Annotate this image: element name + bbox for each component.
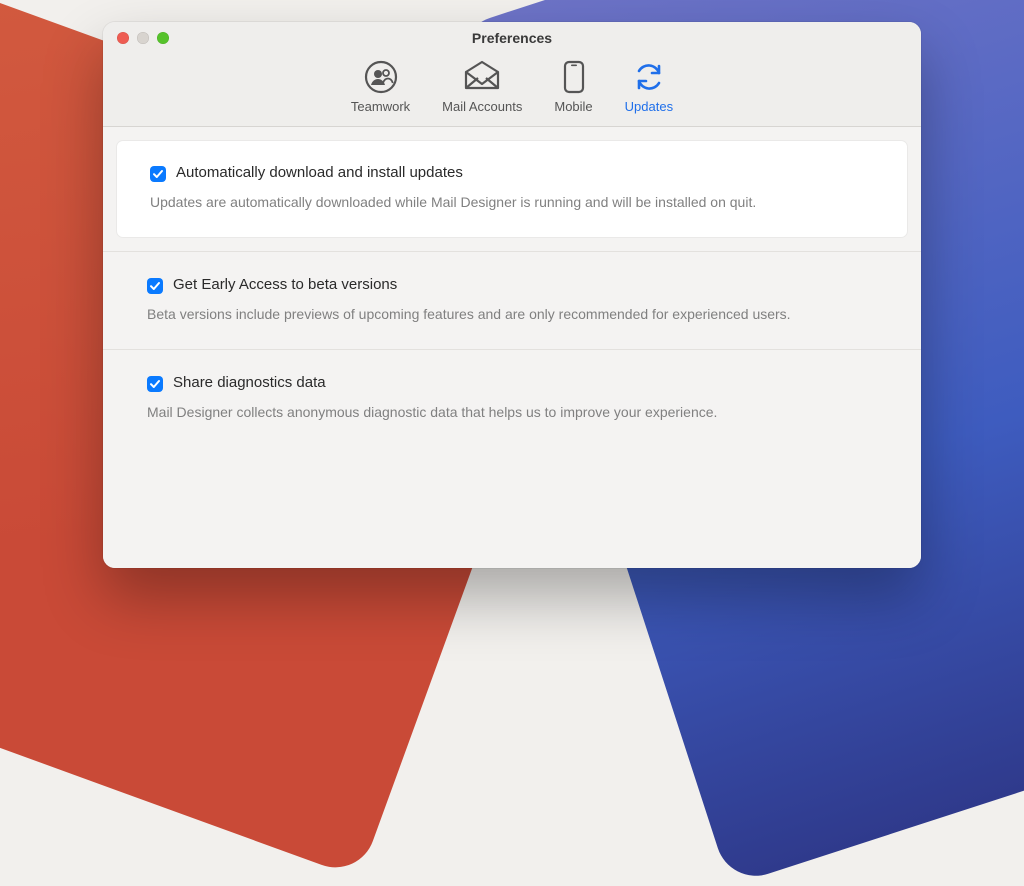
option-description: Mail Designer collects anonymous diagnos…	[147, 402, 827, 422]
refresh-icon	[633, 60, 665, 94]
option-label: Share diagnostics data	[173, 374, 326, 391]
tab-teamwork[interactable]: Teamwork	[345, 58, 416, 116]
option-description: Updates are automatically downloaded whi…	[150, 192, 830, 212]
close-button[interactable]	[117, 32, 129, 44]
tab-label: Mobile	[554, 99, 592, 114]
window-controls	[117, 32, 169, 44]
preferences-window: Preferences Teamwork	[103, 22, 921, 568]
tab-mail-accounts[interactable]: Mail Accounts	[436, 58, 528, 116]
option-description: Beta versions include previews of upcomi…	[147, 304, 827, 324]
preferences-toolbar: Teamwork Mail Accounts Mobile	[103, 54, 921, 127]
preferences-content: Automatically download and install updat…	[103, 127, 921, 568]
option-label: Automatically download and install updat…	[176, 164, 463, 181]
checkbox-early-access[interactable]	[147, 278, 163, 294]
option-auto-update: Automatically download and install updat…	[117, 141, 907, 237]
tab-label: Mail Accounts	[442, 99, 522, 114]
tab-updates[interactable]: Updates	[619, 58, 679, 116]
tab-label: Teamwork	[351, 99, 410, 114]
window-title: Preferences	[472, 30, 552, 46]
option-early-access: Get Early Access to beta versions Beta v…	[103, 252, 921, 349]
people-icon	[364, 60, 398, 94]
phone-icon	[563, 60, 585, 94]
titlebar: Preferences	[103, 22, 921, 54]
tab-label: Updates	[625, 99, 673, 114]
tab-mobile[interactable]: Mobile	[548, 58, 598, 116]
checkbox-auto-update[interactable]	[150, 166, 166, 182]
option-label: Get Early Access to beta versions	[173, 276, 397, 293]
envelope-icon	[462, 60, 502, 94]
option-diagnostics: Share diagnostics data Mail Designer col…	[103, 350, 921, 446]
minimize-button[interactable]	[137, 32, 149, 44]
checkbox-diagnostics[interactable]	[147, 376, 163, 392]
zoom-button[interactable]	[157, 32, 169, 44]
